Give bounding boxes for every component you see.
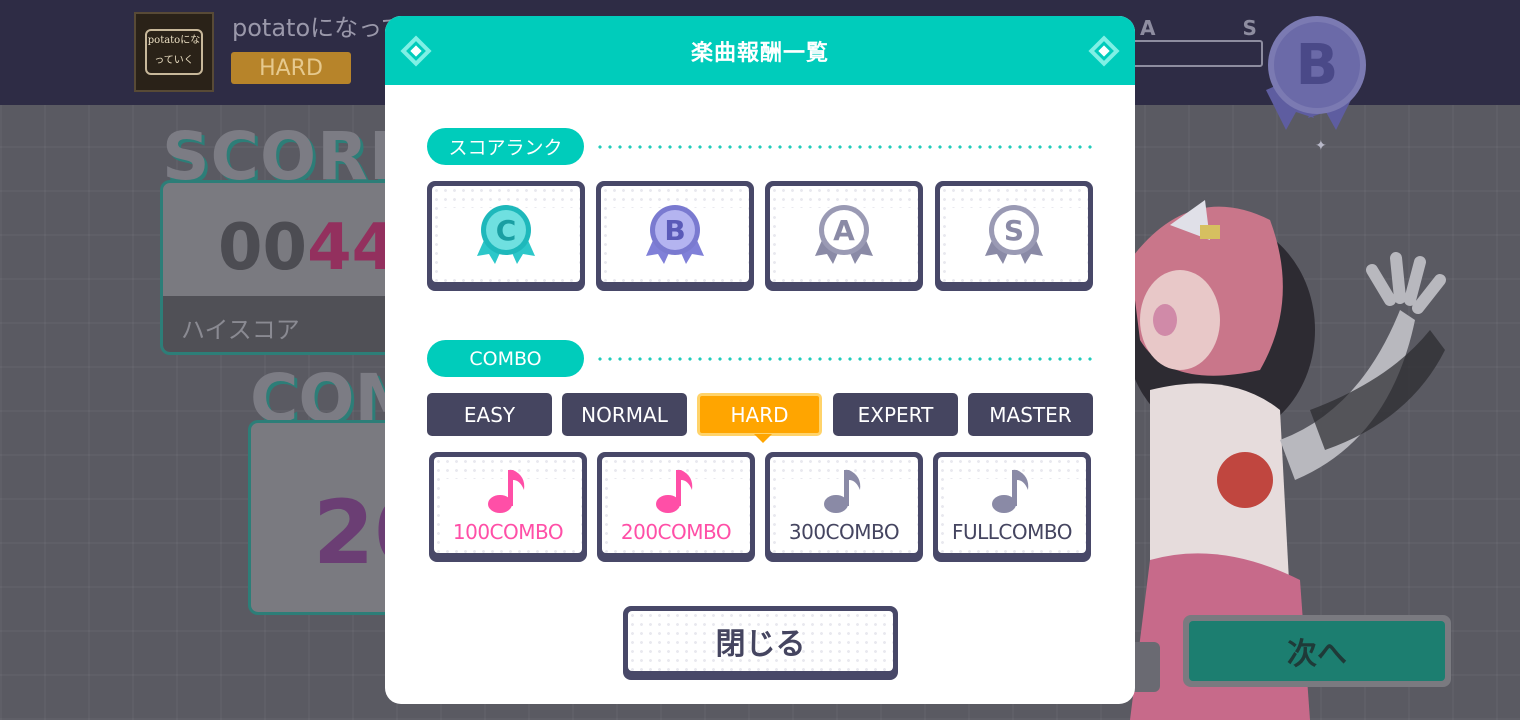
- music-note-icon: [488, 470, 525, 513]
- rank-s-medal-icon: S: [985, 205, 1043, 264]
- modal-header: 楽曲報酬一覧: [385, 16, 1135, 85]
- tab-hard-label: HARD: [730, 402, 789, 427]
- combo-panel: 20: [248, 420, 435, 615]
- rank-b-medal-icon: B: [646, 205, 704, 264]
- combo-section-label: COMBO: [427, 340, 584, 377]
- selected-tab-pointer: [754, 434, 772, 443]
- high-score-label: ハイスコア: [163, 296, 397, 352]
- rank-b-letter: B: [664, 214, 685, 247]
- rank-c-medal-icon: C: [477, 205, 535, 264]
- rank-reward-card-inner: S: [940, 186, 1088, 282]
- score-digits-highlight: 44: [307, 211, 397, 285]
- music-note-icon: [992, 470, 1029, 513]
- combo-reward-card-300[interactable]: 300COMBO: [765, 452, 923, 562]
- close-button-label: 閉じる: [715, 627, 806, 662]
- combo-reward-label: 300COMBO: [788, 520, 900, 544]
- rank-reward-card-b[interactable]: B: [596, 181, 754, 291]
- score-rank-section-label: スコアランク: [427, 128, 584, 165]
- combo-reward-card-full[interactable]: FULLCOMBO: [933, 452, 1091, 562]
- rank-gauge-letters: A S: [1140, 16, 1297, 40]
- rank-a-letter: A: [833, 214, 855, 247]
- combo-reward-card-inner: 100COMBO: [434, 457, 582, 553]
- tab-expert-label: EXPERT: [857, 402, 934, 427]
- rank-s-letter: S: [1004, 214, 1024, 247]
- rank-a-medal-icon: A: [815, 205, 873, 264]
- combo-reward-card-100[interactable]: 100COMBO: [429, 452, 587, 562]
- next-button[interactable]: 次へ: [1183, 615, 1451, 687]
- combo-reward-card-inner: 300COMBO: [770, 457, 918, 553]
- tab-normal[interactable]: NORMAL: [562, 393, 687, 436]
- rank-reward-card-inner: B: [601, 186, 749, 282]
- tab-expert[interactable]: EXPERT: [833, 393, 958, 436]
- jacket-art: potatoになっていく: [145, 29, 203, 75]
- section-divider: [595, 357, 1095, 361]
- next-button-label: 次へ: [1189, 621, 1445, 681]
- close-button-inner: 閉じる: [628, 611, 893, 671]
- rank-c-letter: C: [496, 214, 517, 247]
- difficulty-badge: HARD: [231, 52, 351, 84]
- tab-master[interactable]: MASTER: [968, 393, 1093, 436]
- tab-hard[interactable]: HARD: [697, 393, 822, 443]
- rank-reward-card-c[interactable]: C: [427, 181, 585, 291]
- tab-easy-label: EASY: [463, 402, 516, 427]
- rank-gauge: [1120, 40, 1263, 67]
- rank-reward-card-inner: A: [770, 186, 918, 282]
- close-button[interactable]: 閉じる: [623, 606, 898, 680]
- music-note-icon: [824, 470, 861, 513]
- score-value: 0044: [218, 211, 396, 285]
- tab-master-label: MASTER: [989, 402, 1072, 427]
- modal-title: 楽曲報酬一覧: [690, 40, 829, 66]
- rank-reward-card-inner: C: [432, 186, 580, 282]
- score-panel: 0044 ハイスコア: [160, 180, 400, 355]
- music-note-icon: [656, 470, 693, 513]
- tab-easy[interactable]: EASY: [427, 393, 552, 436]
- combo-reward-card-inner: FULLCOMBO: [938, 457, 1086, 553]
- score-digits-dim: 00: [218, 211, 308, 285]
- combo-reward-label: 100COMBO: [452, 520, 564, 544]
- combo-reward-label: 200COMBO: [620, 520, 732, 544]
- combo-reward-card-200[interactable]: 200COMBO: [597, 452, 755, 562]
- section-divider: [595, 145, 1095, 149]
- rank-medal-letter: B: [1295, 32, 1339, 98]
- rank-reward-card-s[interactable]: S: [935, 181, 1093, 291]
- rank-medal-icon: B: [1268, 16, 1366, 114]
- combo-reward-card-inner: 200COMBO: [602, 457, 750, 553]
- tab-normal-label: NORMAL: [581, 402, 668, 427]
- reward-list-modal: 楽曲報酬一覧 スコアランク C B A S COMBO EASY NORMAL …: [385, 16, 1135, 704]
- combo-reward-label: FULLCOMBO: [951, 520, 1073, 544]
- rank-reward-card-a[interactable]: A: [765, 181, 923, 291]
- sparkle-icon: ✦: [1315, 138, 1327, 154]
- song-jacket: potatoになっていく: [134, 12, 214, 92]
